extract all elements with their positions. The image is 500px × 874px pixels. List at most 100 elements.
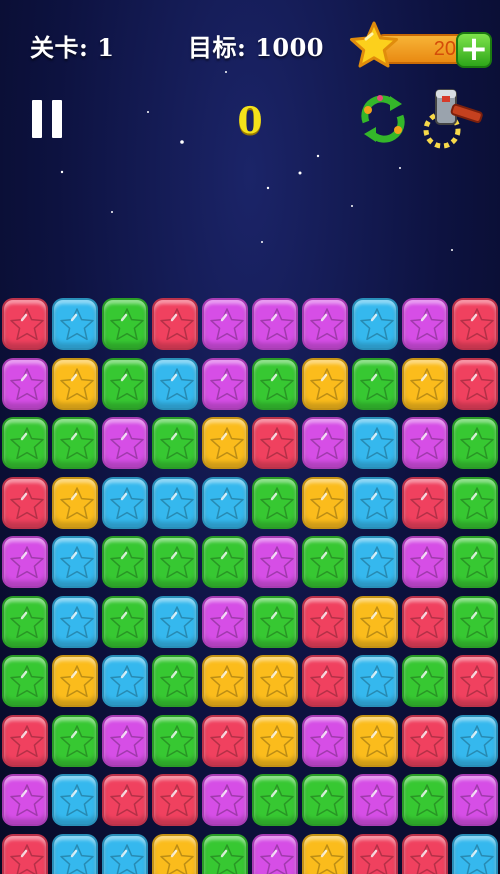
red-star-tile[interactable] bbox=[102, 774, 148, 826]
blue-star-tile[interactable] bbox=[352, 536, 398, 588]
red-star-tile[interactable] bbox=[402, 476, 448, 529]
blue-star-tile[interactable] bbox=[52, 595, 98, 648]
purple-star-tile[interactable] bbox=[452, 774, 498, 826]
purple-star-tile[interactable] bbox=[302, 417, 348, 469]
green-star-tile[interactable] bbox=[52, 417, 98, 469]
green-star-tile[interactable] bbox=[402, 774, 448, 826]
green-star-tile[interactable] bbox=[302, 536, 348, 588]
blue-star-tile[interactable] bbox=[102, 655, 148, 707]
blue-star-tile[interactable] bbox=[352, 298, 398, 350]
blue-star-tile[interactable] bbox=[152, 595, 198, 648]
purple-star-tile[interactable] bbox=[302, 298, 348, 350]
yellow-star-tile[interactable] bbox=[152, 833, 198, 874]
red-star-tile[interactable] bbox=[352, 833, 398, 874]
green-star-tile[interactable] bbox=[152, 417, 198, 469]
red-star-tile[interactable] bbox=[302, 595, 348, 648]
purple-star-tile[interactable] bbox=[352, 774, 398, 826]
green-star-tile[interactable] bbox=[52, 714, 98, 767]
purple-star-tile[interactable] bbox=[202, 774, 248, 826]
green-star-tile[interactable] bbox=[102, 595, 148, 648]
yellow-star-tile[interactable] bbox=[52, 357, 98, 410]
yellow-star-tile[interactable] bbox=[202, 417, 248, 469]
red-star-tile[interactable] bbox=[452, 357, 498, 410]
blue-star-tile[interactable] bbox=[152, 357, 198, 410]
purple-star-tile[interactable] bbox=[2, 536, 48, 588]
refresh-button[interactable] bbox=[356, 92, 410, 146]
yellow-star-tile[interactable] bbox=[302, 833, 348, 874]
blue-star-tile[interactable] bbox=[52, 774, 98, 826]
purple-star-tile[interactable] bbox=[302, 714, 348, 767]
green-star-tile[interactable] bbox=[252, 476, 298, 529]
green-star-tile[interactable] bbox=[152, 714, 198, 767]
red-star-tile[interactable] bbox=[152, 774, 198, 826]
red-star-tile[interactable] bbox=[402, 595, 448, 648]
red-star-tile[interactable] bbox=[302, 655, 348, 707]
yellow-star-tile[interactable] bbox=[352, 714, 398, 767]
pause-button[interactable] bbox=[32, 100, 64, 138]
yellow-star-tile[interactable] bbox=[252, 714, 298, 767]
red-star-tile[interactable] bbox=[2, 833, 48, 874]
red-star-tile[interactable] bbox=[2, 476, 48, 529]
yellow-star-tile[interactable] bbox=[202, 655, 248, 707]
green-star-tile[interactable] bbox=[252, 774, 298, 826]
purple-star-tile[interactable] bbox=[102, 417, 148, 469]
yellow-star-tile[interactable] bbox=[52, 476, 98, 529]
green-star-tile[interactable] bbox=[102, 536, 148, 588]
purple-star-tile[interactable] bbox=[252, 298, 298, 350]
blue-star-tile[interactable] bbox=[52, 298, 98, 350]
blue-star-tile[interactable] bbox=[202, 476, 248, 529]
green-star-tile[interactable] bbox=[302, 774, 348, 826]
green-star-tile[interactable] bbox=[152, 655, 198, 707]
yellow-star-tile[interactable] bbox=[52, 655, 98, 707]
green-star-tile[interactable] bbox=[252, 595, 298, 648]
purple-star-tile[interactable] bbox=[202, 595, 248, 648]
blue-star-tile[interactable] bbox=[452, 714, 498, 767]
green-star-tile[interactable] bbox=[2, 655, 48, 707]
hammer-button[interactable] bbox=[420, 82, 486, 152]
green-star-tile[interactable] bbox=[452, 536, 498, 588]
blue-star-tile[interactable] bbox=[452, 833, 498, 874]
red-star-tile[interactable] bbox=[202, 714, 248, 767]
purple-star-tile[interactable] bbox=[252, 833, 298, 874]
yellow-star-tile[interactable] bbox=[252, 655, 298, 707]
blue-star-tile[interactable] bbox=[102, 833, 148, 874]
yellow-star-tile[interactable] bbox=[302, 476, 348, 529]
purple-star-tile[interactable] bbox=[202, 298, 248, 350]
blue-star-tile[interactable] bbox=[352, 655, 398, 707]
purple-star-tile[interactable] bbox=[202, 357, 248, 410]
green-star-tile[interactable] bbox=[102, 357, 148, 410]
blue-star-tile[interactable] bbox=[352, 417, 398, 469]
purple-star-tile[interactable] bbox=[2, 774, 48, 826]
purple-star-tile[interactable] bbox=[2, 357, 48, 410]
blue-star-tile[interactable] bbox=[352, 476, 398, 529]
purple-star-tile[interactable] bbox=[102, 714, 148, 767]
green-star-tile[interactable] bbox=[102, 298, 148, 350]
yellow-star-tile[interactable] bbox=[402, 357, 448, 410]
green-star-tile[interactable] bbox=[2, 417, 48, 469]
red-star-tile[interactable] bbox=[252, 417, 298, 469]
red-star-tile[interactable] bbox=[402, 833, 448, 874]
blue-star-tile[interactable] bbox=[52, 833, 98, 874]
red-star-tile[interactable] bbox=[452, 298, 498, 350]
green-star-tile[interactable] bbox=[202, 536, 248, 588]
blue-star-tile[interactable] bbox=[52, 536, 98, 588]
green-star-tile[interactable] bbox=[452, 476, 498, 529]
red-star-tile[interactable] bbox=[152, 298, 198, 350]
purple-star-tile[interactable] bbox=[402, 536, 448, 588]
purple-star-tile[interactable] bbox=[252, 536, 298, 588]
yellow-star-tile[interactable] bbox=[302, 357, 348, 410]
green-star-tile[interactable] bbox=[202, 833, 248, 874]
purple-star-tile[interactable] bbox=[402, 417, 448, 469]
green-star-tile[interactable] bbox=[152, 536, 198, 588]
blue-star-tile[interactable] bbox=[152, 476, 198, 529]
purple-star-tile[interactable] bbox=[402, 298, 448, 350]
add-coins-button[interactable]: + bbox=[456, 32, 492, 68]
red-star-tile[interactable] bbox=[402, 714, 448, 767]
green-star-tile[interactable] bbox=[452, 595, 498, 648]
yellow-star-tile[interactable] bbox=[352, 595, 398, 648]
red-star-tile[interactable] bbox=[2, 714, 48, 767]
green-star-tile[interactable] bbox=[352, 357, 398, 410]
green-star-tile[interactable] bbox=[402, 655, 448, 707]
blue-star-tile[interactable] bbox=[102, 476, 148, 529]
red-star-tile[interactable] bbox=[2, 298, 48, 350]
